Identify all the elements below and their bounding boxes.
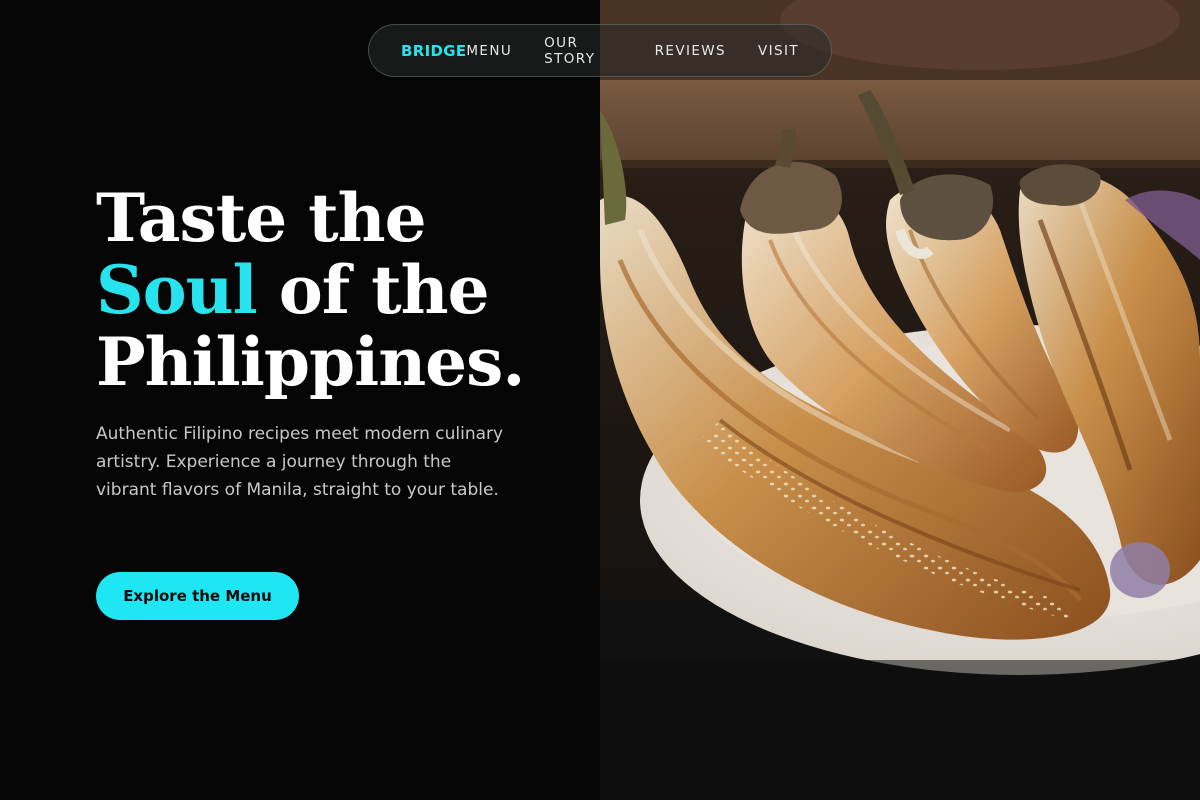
- top-navigation: BRIDGE MENU OUR STORY REVIEWS VISIT: [368, 24, 832, 77]
- hero-description: Authentic Filipino recipes meet modern c…: [96, 424, 504, 500]
- nav-link-reviews[interactable]: REVIEWS: [655, 43, 726, 59]
- hero-title-line2: of the: [256, 251, 490, 329]
- hero-title-line1: Taste the: [96, 179, 427, 257]
- hero-title-accent: Soul: [96, 251, 258, 329]
- nav-link-our-story[interactable]: OUR STORY: [544, 35, 622, 67]
- grilled-eggplant-image: [600, 0, 1200, 800]
- nav-link-menu[interactable]: MENU: [466, 43, 512, 59]
- nav-link-visit[interactable]: VISIT: [758, 43, 799, 59]
- brand-logo[interactable]: BRIDGE: [401, 42, 466, 60]
- hero-text-panel: Taste the Soul of the Philippines. Authe…: [0, 0, 600, 800]
- explore-menu-button[interactable]: Explore the Menu: [96, 572, 299, 620]
- hero-title: Taste the Soul of the Philippines.: [96, 182, 576, 398]
- hero-title-line3: Philippines.: [96, 323, 525, 401]
- hero-food-photo: [600, 0, 1200, 800]
